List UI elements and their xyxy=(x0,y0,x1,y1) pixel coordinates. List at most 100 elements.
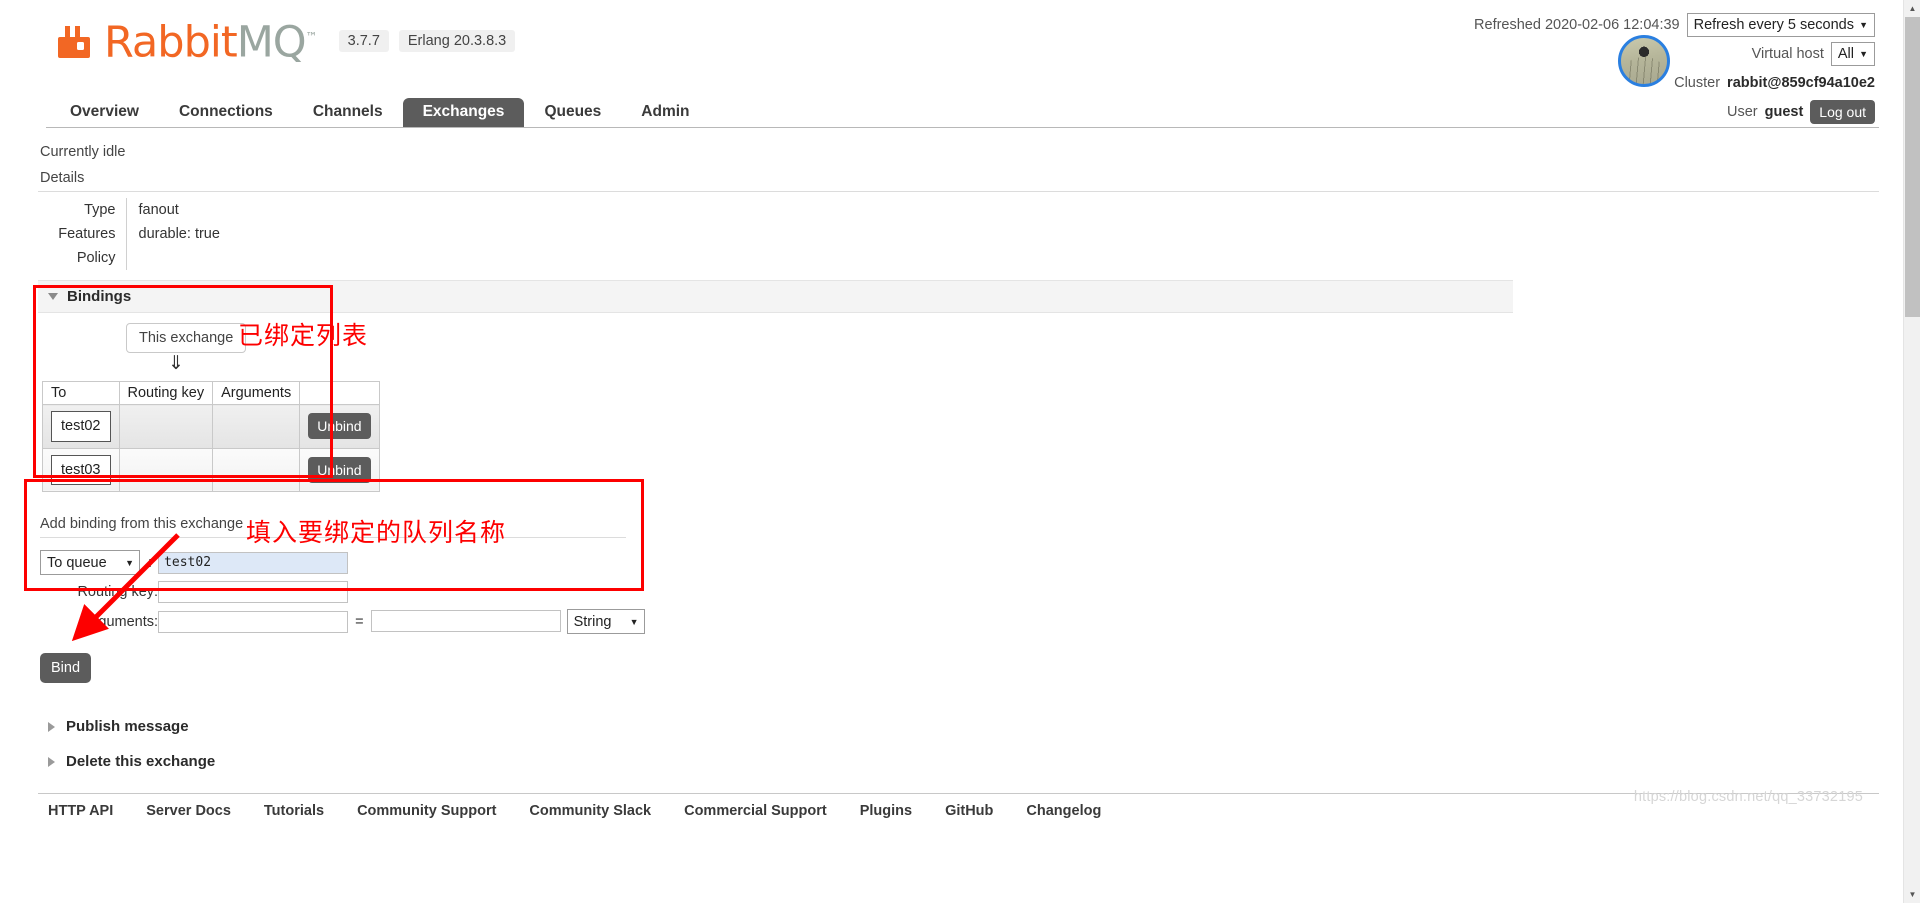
equals-sign: = xyxy=(355,613,364,630)
unbind-button[interactable]: Unbind xyxy=(308,456,371,483)
details-label-policy: Policy xyxy=(38,246,127,270)
chevron-down-icon: ▼ xyxy=(1859,49,1868,59)
main-content: Currently idle Details Type fanout Featu… xyxy=(24,128,1879,779)
user-label: User xyxy=(1726,104,1758,120)
page-header: RabbitMQ™ 3.7.7 Erlang 20.3.8.3 Refreshe… xyxy=(0,0,1903,125)
routing-key-input-cell xyxy=(158,578,349,606)
scrollbar-thumb[interactable] xyxy=(1905,17,1920,317)
footer-link-plugins[interactable]: Plugins xyxy=(860,803,912,819)
argument-type-value: String xyxy=(573,613,612,630)
routing-key-row: Routing key: xyxy=(40,578,645,606)
tab-exchanges[interactable]: Exchanges xyxy=(402,98,525,127)
footer-link-commercial-support[interactable]: Commercial Support xyxy=(684,803,827,819)
details-value-type: fanout xyxy=(138,202,179,218)
refresh-interval-value: Refresh every 5 seconds xyxy=(1693,17,1854,33)
caret-right-icon xyxy=(48,756,55,767)
destination-colon: : xyxy=(148,554,153,571)
caret-right-icon xyxy=(48,721,55,732)
tab-admin[interactable]: Admin xyxy=(621,98,709,127)
argument-value-input[interactable] xyxy=(370,610,561,632)
refresh-row: Refreshed 2020-02-06 12:04:39 Refresh ev… xyxy=(1474,12,1875,38)
vhost-value: All xyxy=(1837,46,1854,62)
binding-action-cell: Unbind xyxy=(299,447,380,492)
footer-link-server-docs[interactable]: Server Docs xyxy=(146,803,231,819)
destination-row: To queue ▼ : xyxy=(40,547,645,578)
bindings-table: To Routing key Arguments test02 Unbind t… xyxy=(42,381,380,492)
details-row-policy: Policy xyxy=(38,246,220,270)
footer-link-community-support[interactable]: Community Support xyxy=(357,803,496,819)
cluster-row: Cluster rabbit@859cf94a10e2 xyxy=(1474,70,1875,96)
footer-link-http-api[interactable]: HTTP API xyxy=(48,803,113,819)
details-heading: Details xyxy=(38,166,1879,192)
queue-link-test02[interactable]: test02 xyxy=(51,411,111,442)
rabbitmq-logo-icon xyxy=(56,24,90,59)
rabbitmq-logo[interactable]: RabbitMQ™ 3.7.7 Erlang 20.3.8.3 xyxy=(56,18,516,64)
vhost-row: Virtual host All ▼ xyxy=(1474,41,1875,67)
destination-type-select[interactable]: To queue ▼ xyxy=(40,550,140,575)
bindings-col-to: To xyxy=(42,381,120,405)
exchange-details-table: Type fanout Features durable: true Polic… xyxy=(38,198,220,270)
table-row: test02 Unbind xyxy=(42,404,380,449)
footer-link-community-slack[interactable]: Community Slack xyxy=(529,803,651,819)
user-name: guest xyxy=(1764,104,1804,120)
browser-scrollbar[interactable]: ▲ ▼ xyxy=(1903,0,1920,903)
erlang-version-badge: Erlang 20.3.8.3 xyxy=(398,30,516,53)
destination-type-value: To queue xyxy=(47,554,107,571)
details-row-type: Type fanout xyxy=(38,198,220,222)
details-label-type: Type xyxy=(38,198,127,222)
this-exchange-node[interactable]: This exchange xyxy=(126,323,247,353)
refresh-interval-select[interactable]: Refresh every 5 seconds ▼ xyxy=(1686,13,1875,37)
caret-down-icon xyxy=(48,293,58,300)
scroll-down-arrow-icon[interactable]: ▼ xyxy=(1904,886,1920,903)
binding-routing-key-cell xyxy=(118,447,214,492)
details-value-features: durable: true xyxy=(126,222,220,246)
binding-action-cell: Unbind xyxy=(299,404,380,449)
tab-queues[interactable]: Queues xyxy=(524,98,621,127)
routing-key-input[interactable] xyxy=(158,581,349,603)
logout-button[interactable]: Log out xyxy=(1810,99,1875,125)
downward-arrow-icon: ⇓ xyxy=(168,353,184,374)
browser-viewport: RabbitMQ™ 3.7.7 Erlang 20.3.8.3 Refreshe… xyxy=(0,0,1920,903)
binding-arguments-cell xyxy=(212,404,301,449)
routing-key-spacer xyxy=(348,578,370,606)
delete-exchange-section[interactable]: Delete this exchange xyxy=(38,744,1513,779)
bind-button[interactable]: Bind xyxy=(40,653,92,683)
bindings-section-label: Bindings xyxy=(67,288,132,305)
cluster-label: Cluster xyxy=(1674,75,1721,91)
binding-destination-cell: test02 xyxy=(42,404,120,449)
argument-value-cell: String ▼ xyxy=(370,606,645,637)
chevron-down-icon: ▼ xyxy=(1859,20,1868,30)
queue-link-test03[interactable]: test03 xyxy=(51,454,111,485)
rabbitmq-wordmark: RabbitMQ™ xyxy=(104,18,318,64)
destination-label-cell: To queue ▼ : xyxy=(40,547,158,578)
table-row: test03 Unbind xyxy=(42,447,380,492)
bind-button-row: Bind xyxy=(40,653,1879,683)
argument-type-select[interactable]: String ▼ xyxy=(566,609,645,634)
tab-channels[interactable]: Channels xyxy=(293,98,403,127)
vhost-select[interactable]: All ▼ xyxy=(1830,42,1875,66)
version-badge: 3.7.7 xyxy=(338,30,389,53)
binding-arguments-cell xyxy=(212,447,301,492)
routing-key-label: Routing key: xyxy=(77,584,159,600)
publish-message-section[interactable]: Publish message xyxy=(38,709,1513,744)
header-right-panel: Refreshed 2020-02-06 12:04:39 Refresh ev… xyxy=(1474,12,1875,128)
argument-key-input[interactable] xyxy=(158,610,349,633)
chevron-down-icon: ▼ xyxy=(125,557,134,568)
arguments-label: Arguments: xyxy=(83,613,159,630)
footer-link-tutorials[interactable]: Tutorials xyxy=(264,803,324,819)
bindings-section-header[interactable]: Bindings xyxy=(38,280,1513,313)
bindings-col-actions xyxy=(299,381,380,405)
rabbitmq-management-page: RabbitMQ™ 3.7.7 Erlang 20.3.8.3 Refreshe… xyxy=(0,0,1903,903)
footer-link-changelog[interactable]: Changelog xyxy=(1026,803,1101,819)
footer-link-github[interactable]: GitHub xyxy=(945,803,993,819)
refreshed-timestamp: Refreshed 2020-02-06 12:04:39 xyxy=(1474,17,1680,33)
details-label-features: Features xyxy=(38,222,127,246)
scroll-up-arrow-icon[interactable]: ▲ xyxy=(1904,0,1920,17)
tab-overview[interactable]: Overview xyxy=(50,98,159,127)
annotation-bound-list: 已绑定列表 xyxy=(238,321,369,350)
routing-key-spacer2 xyxy=(371,578,645,606)
tab-connections[interactable]: Connections xyxy=(159,98,293,127)
annotation-fill-queue-name: 填入要绑定的队列名称 xyxy=(246,518,507,547)
unbind-button[interactable]: Unbind xyxy=(308,413,371,440)
destination-input[interactable] xyxy=(158,551,349,574)
